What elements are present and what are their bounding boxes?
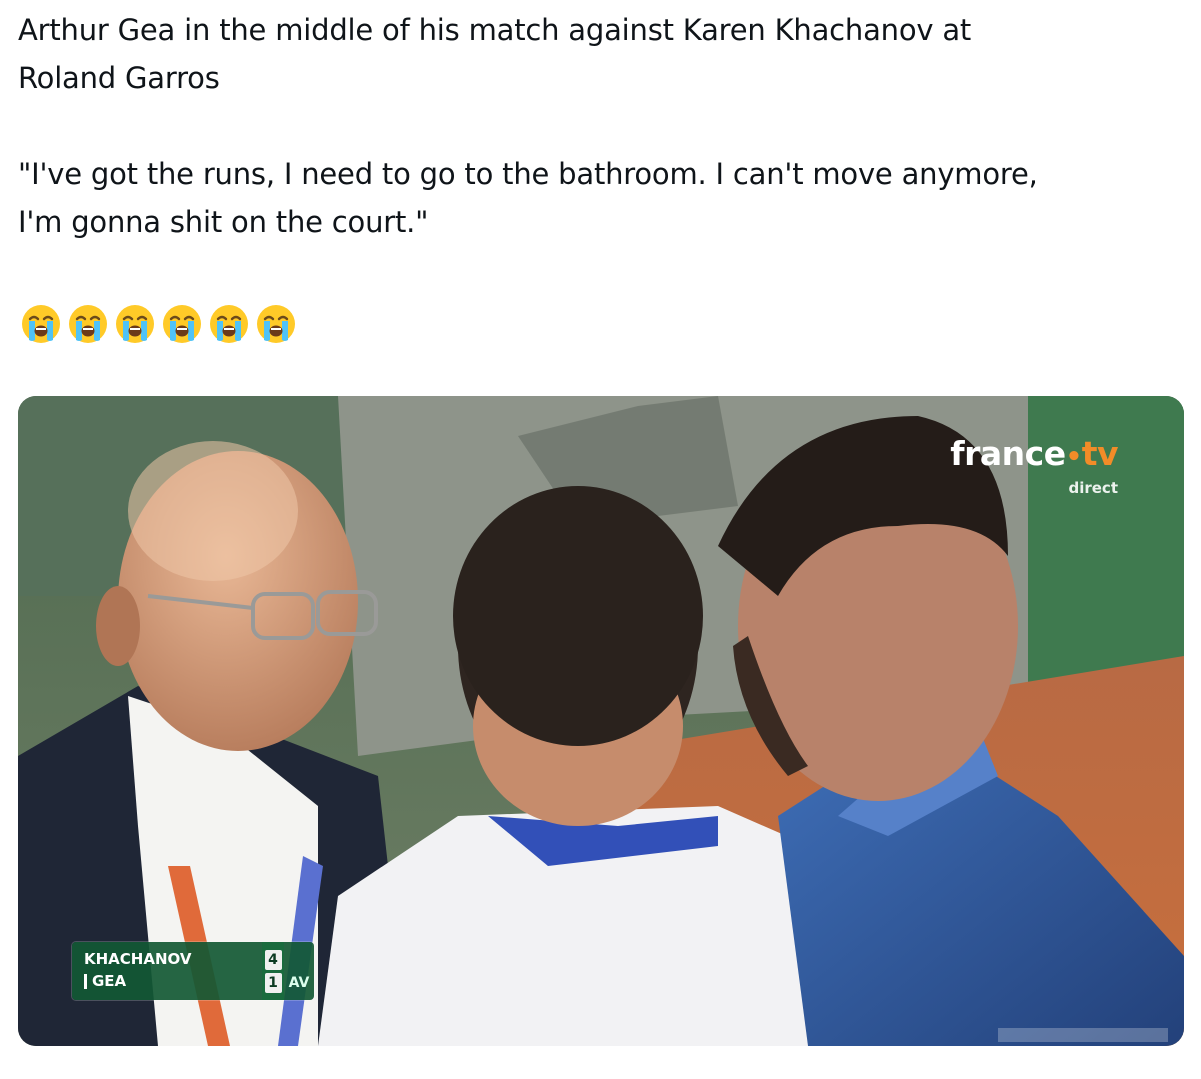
tweet-text: Arthur Gea in the middle of his match ag…: [18, 6, 1178, 246]
player2-row: GEA: [84, 970, 262, 992]
brand-tv-text: tv: [1081, 434, 1119, 473]
broadcaster-name: france•tv: [950, 436, 1118, 475]
broadcast-video-still[interactable]: france•tv direct KHACHANOV GEA 4 1 AV: [18, 396, 1184, 1046]
player1-set-score: 4: [264, 949, 282, 970]
loudly-crying-face-icon: [113, 302, 157, 346]
game-score: AV: [284, 942, 314, 1000]
serve-indicator: [84, 973, 87, 989]
loudly-crying-face-icon: [254, 302, 298, 346]
set-scores: 4 1: [262, 942, 284, 1000]
player2-name: GEA: [92, 972, 127, 990]
brand-dot: •: [1065, 442, 1083, 472]
emoji-row: [19, 302, 298, 346]
broadcaster-logo: france•tv direct: [950, 436, 1118, 498]
scoreboard-names: KHACHANOV GEA: [72, 942, 262, 1000]
tweet-quote-line: "I've got the runs, I need to go to the …: [18, 157, 1038, 191]
player1-name: KHACHANOV: [84, 950, 192, 968]
game-score-text: AV: [288, 975, 310, 991]
player1-row: KHACHANOV: [84, 948, 262, 970]
loudly-crying-face-icon: [207, 302, 251, 346]
scoreboard: KHACHANOV GEA 4 1 AV: [72, 942, 314, 1000]
brand-name-text: france: [950, 434, 1066, 473]
tweet-quote-line: I'm gonna shit on the court.": [18, 205, 429, 239]
loudly-crying-face-icon: [19, 302, 63, 346]
loudly-crying-face-icon: [66, 302, 110, 346]
live-label: direct: [1068, 479, 1118, 497]
tweet-line: Arthur Gea in the middle of his match ag…: [18, 13, 972, 47]
loudly-crying-face-icon: [160, 302, 204, 346]
tweet-line: Roland Garros: [18, 61, 220, 95]
player2-set-score: 1: [264, 972, 282, 993]
